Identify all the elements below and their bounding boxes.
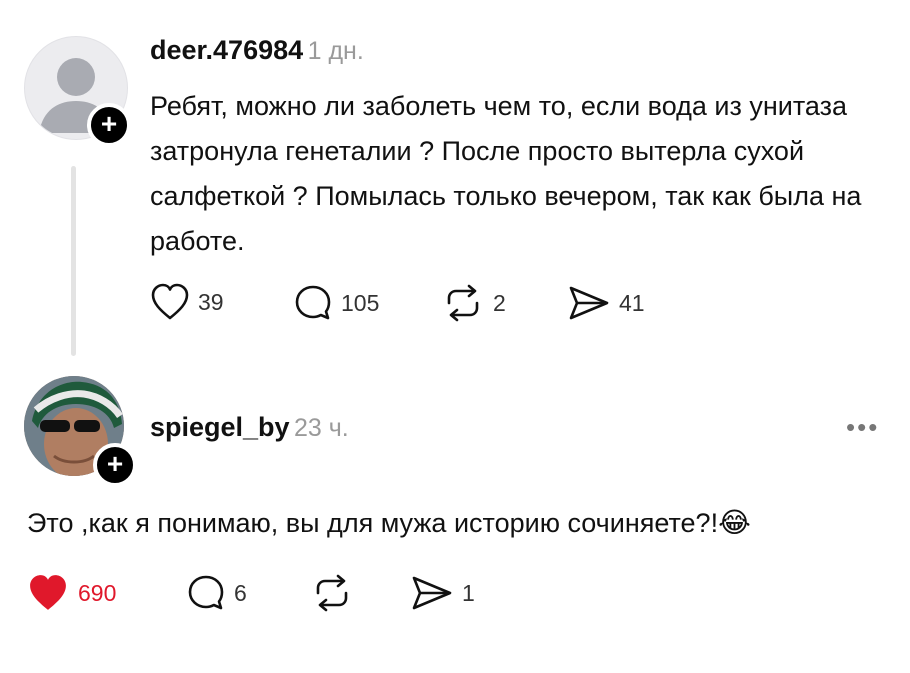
post-header: deer.476984 1 дн. [150, 35, 364, 66]
reply-username[interactable]: spiegel_by [150, 412, 290, 442]
repost-button[interactable]: 2 [441, 283, 506, 323]
post-text: Ребят, можно ли заболеть чем то, если во… [150, 91, 862, 256]
reply-share-count: 1 [462, 579, 475, 606]
reply-repost-button[interactable] [310, 573, 354, 613]
comment-icon [295, 285, 331, 320]
post-time: 1 дн. [307, 37, 364, 65]
reply-comment-count: 6 [234, 579, 247, 606]
like-button[interactable]: 39 [150, 283, 224, 321]
share-count: 41 [619, 289, 645, 316]
send-icon [412, 576, 452, 610]
more-options-button[interactable]: ••• [846, 412, 879, 443]
post-username[interactable]: deer.476984 [150, 35, 303, 65]
repost-count: 2 [493, 289, 506, 316]
reply-share-button[interactable]: 1 [410, 573, 475, 613]
reply-text-row: Это ,как я понимаю, вы для мужа историю … [27, 506, 751, 539]
like-count: 39 [198, 288, 224, 315]
comment-count: 105 [341, 289, 380, 316]
reply-like-button[interactable]: 690 [26, 573, 116, 613]
reply-like-count: 690 [78, 579, 117, 606]
reply-header: spiegel_by 23 ч. [150, 412, 349, 443]
reply-comment-button[interactable]: 6 [186, 573, 247, 613]
heart-icon [151, 283, 189, 320]
thread-line [71, 166, 76, 356]
share-button[interactable]: 41 [567, 283, 645, 323]
follow-button[interactable]: + [87, 103, 131, 147]
laughing-emoji: 😂 [718, 507, 751, 538]
comment-icon [188, 575, 224, 610]
reply-text: Это ,как я понимаю, вы для мужа историю … [27, 508, 719, 538]
repost-icon [316, 574, 348, 612]
heart-filled-icon [30, 575, 66, 610]
reply-time: 23 ч. [294, 414, 349, 442]
reply-follow-button[interactable]: + [93, 443, 137, 487]
send-icon [569, 286, 609, 320]
repost-icon [447, 284, 479, 322]
comment-button[interactable]: 105 [293, 283, 379, 323]
